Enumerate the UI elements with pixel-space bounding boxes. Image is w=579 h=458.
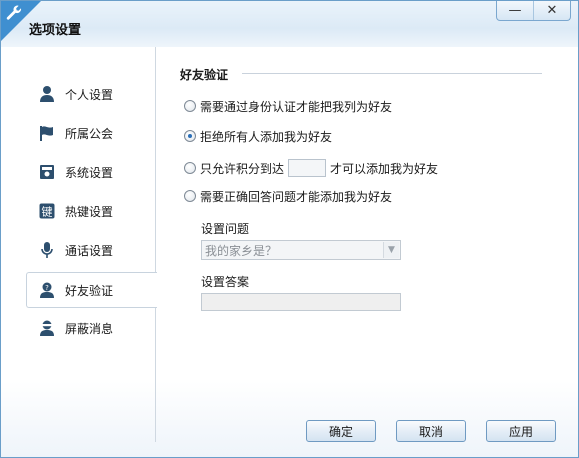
close-button[interactable]: ✕ xyxy=(533,1,570,20)
friend-verify-panel: 好友验证 需要通过身份认证才能把我列为好友 拒绝所有人添加我为好友 只允许积分到… xyxy=(156,47,578,447)
option-reject-all[interactable]: 拒绝所有人添加我为好友 xyxy=(184,127,332,145)
microphone-icon xyxy=(37,240,57,260)
cancel-button[interactable]: 取消 xyxy=(396,420,466,442)
answer-label: 设置答案 xyxy=(201,275,250,289)
friend-verify-icon: ? xyxy=(37,280,57,300)
system-icon xyxy=(37,162,57,182)
radio-score[interactable] xyxy=(184,162,196,174)
title-bar[interactable]: 选项设置 — ✕ xyxy=(1,1,578,47)
section-title: 好友验证 xyxy=(180,68,229,82)
block-message-icon xyxy=(37,318,57,338)
apply-button[interactable]: 应用 xyxy=(486,420,556,442)
sidebar-item-personal[interactable]: 个人设置 xyxy=(27,77,155,111)
sidebar-item-label: 系统设置 xyxy=(65,165,114,180)
minimize-button[interactable]: — xyxy=(497,1,533,20)
sidebar-item-label: 通话设置 xyxy=(65,243,114,258)
option-question-label: 需要正确回答问题才能添加我为好友 xyxy=(200,189,393,204)
sidebar-item-label: 个人设置 xyxy=(65,87,114,102)
sidebar-item-friend-verify[interactable]: ? 好友验证 xyxy=(26,272,157,308)
question-select-value: 我的家乡是？ xyxy=(205,243,278,258)
option-score-prefix: 只允许积分到达 xyxy=(200,161,285,176)
sidebar-item-guild[interactable]: 所属公会 xyxy=(27,116,155,150)
options-dialog: 选项设置 — ✕ 个人设置 所属公会 系统设置 键 热键设置 通话设置 ? 好友… xyxy=(0,0,579,458)
radio-identity[interactable] xyxy=(184,100,196,112)
option-question[interactable]: 需要正确回答问题才能添加我为好友 xyxy=(184,187,392,205)
sidebar-item-block-message[interactable]: 屏蔽消息 xyxy=(27,311,155,345)
option-identity[interactable]: 需要通过身份认证才能把我列为好友 xyxy=(184,97,392,115)
person-icon xyxy=(37,84,57,104)
radio-reject-all[interactable] xyxy=(184,130,196,142)
answer-input[interactable] xyxy=(201,293,401,311)
option-score-suffix: 才可以添加我为好友 xyxy=(330,161,439,176)
window-controls: — ✕ xyxy=(496,1,571,21)
sidebar-item-label: 热键设置 xyxy=(65,204,114,219)
svg-text:?: ? xyxy=(45,284,49,292)
wrench-icon xyxy=(6,5,22,20)
ok-button[interactable]: 确定 xyxy=(306,420,376,442)
question-label: 设置问题 xyxy=(201,222,250,236)
question-select[interactable]: 我的家乡是？ ▼ xyxy=(201,240,401,260)
sidebar-item-label: 好友验证 xyxy=(65,283,114,298)
chevron-down-icon[interactable]: ▼ xyxy=(383,242,399,258)
hotkey-icon: 键 xyxy=(37,201,57,221)
sidebar-item-label: 所属公会 xyxy=(65,126,114,141)
sidebar-item-label: 屏蔽消息 xyxy=(65,321,114,336)
window-title: 选项设置 xyxy=(29,23,82,38)
section-divider xyxy=(242,73,542,74)
option-reject-all-label: 拒绝所有人添加我为好友 xyxy=(200,129,333,144)
sidebar-item-call[interactable]: 通话设置 xyxy=(27,233,155,267)
sidebar-item-system[interactable]: 系统设置 xyxy=(27,155,155,189)
svg-text:键: 键 xyxy=(42,205,53,219)
option-identity-label: 需要通过身份认证才能把我列为好友 xyxy=(200,99,393,114)
sidebar-item-hotkey[interactable]: 键 热键设置 xyxy=(27,194,155,228)
radio-question[interactable] xyxy=(184,190,196,202)
score-input[interactable] xyxy=(288,159,327,177)
flag-icon xyxy=(37,123,57,143)
option-score[interactable]: 只允许积分到达 才可以添加我为好友 xyxy=(184,157,438,179)
